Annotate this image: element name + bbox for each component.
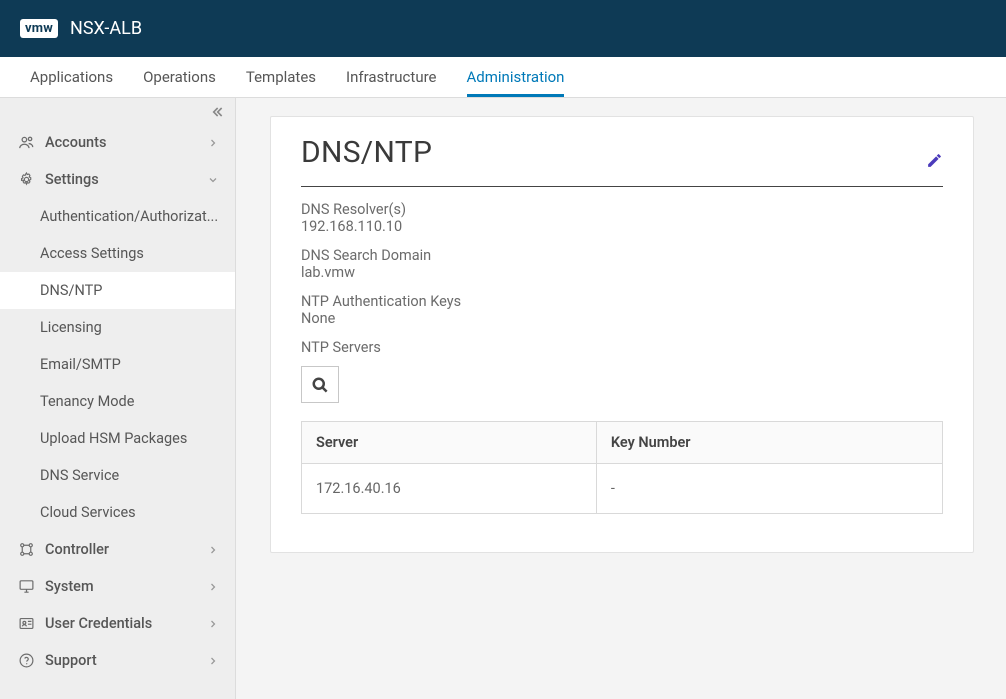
search-button[interactable] [301,366,339,403]
sidebar-group-label: System [45,578,94,595]
help-icon [18,652,35,669]
sidebar-item-tenancy[interactable]: Tenancy Mode [0,383,235,420]
sidebar-item-licensing[interactable]: Licensing [0,309,235,346]
chevron-down-icon [207,174,219,186]
tab-applications[interactable]: Applications [30,57,113,97]
table-cell-server: 172.16.40.16 [302,464,597,514]
sidebar-item-dns-ntp[interactable]: DNS/NTP [0,272,235,309]
chevron-right-icon [207,544,219,556]
title-divider [301,186,943,187]
sidebar-group-label: Settings [45,171,99,188]
sidebar-item-email-smtp[interactable]: Email/SMTP [0,346,235,383]
sidebar-group-accounts[interactable]: Accounts [0,124,235,161]
panel-header: DNS/NTP [301,135,943,186]
dns-resolvers-value: 192.168.110.10 [301,218,943,235]
sidebar-collapse-row [0,98,235,124]
search-icon [310,375,330,395]
top-nav: Applications Operations Templates Infras… [0,57,1006,98]
sidebar-item-cloud[interactable]: Cloud Services [0,494,235,531]
sidebar-group-settings[interactable]: Settings [0,161,235,198]
chevron-right-icon [207,581,219,593]
sidebar-group-controller[interactable]: Controller [0,531,235,568]
id-card-icon [18,615,35,632]
users-icon [18,134,35,151]
main-area: Accounts Settings Authentication/Authori… [0,98,1006,699]
brand-logo: vmw [20,19,58,38]
tab-administration[interactable]: Administration [467,57,565,97]
product-name: NSX-ALB [70,18,142,39]
sidebar-item-hsm[interactable]: Upload HSM Packages [0,420,235,457]
ntp-servers-label: NTP Servers [301,339,943,356]
ntp-servers-table: Server Key Number 172.16.40.16 - [301,421,943,514]
sidebar-group-label: Controller [45,541,109,558]
sidebar-item-access[interactable]: Access Settings [0,235,235,272]
ntp-auth-label: NTP Authentication Keys [301,293,943,310]
table-header-key[interactable]: Key Number [596,422,942,464]
tab-infrastructure[interactable]: Infrastructure [346,57,436,97]
nodes-icon [18,541,35,558]
sidebar-item-dns-service[interactable]: DNS Service [0,457,235,494]
chevron-right-icon [207,137,219,149]
collapse-sidebar-icon[interactable] [209,104,225,120]
settings-panel: DNS/NTP DNS Resolver(s) 192.168.110.10 D… [270,116,974,553]
sidebar-item-auth[interactable]: Authentication/Authorizat... [0,198,235,235]
chevron-right-icon [207,618,219,630]
gear-icon [18,171,35,188]
monitor-icon [18,578,35,595]
edit-icon[interactable] [926,152,943,169]
table-cell-key: - [596,464,942,514]
sidebar-group-support[interactable]: Support [0,642,235,679]
sidebar-group-label: Support [45,652,97,669]
dns-resolvers-label: DNS Resolver(s) [301,201,943,218]
table-header-server[interactable]: Server [302,422,597,464]
ntp-auth-value: None [301,310,943,327]
page-title: DNS/NTP [301,135,432,186]
sidebar-group-credentials[interactable]: User Credentials [0,605,235,642]
tab-operations[interactable]: Operations [143,57,216,97]
table-row[interactable]: 172.16.40.16 - [302,464,943,514]
sidebar-group-system[interactable]: System [0,568,235,605]
dns-search-label: DNS Search Domain [301,247,943,264]
tab-templates[interactable]: Templates [246,57,316,97]
chevron-right-icon [207,655,219,667]
sidebar-group-label: Accounts [45,134,106,151]
sidebar: Accounts Settings Authentication/Authori… [0,98,236,699]
dns-search-value: lab.vmw [301,264,943,281]
app-header: vmw NSX-ALB [0,0,1006,57]
sidebar-group-label: User Credentials [45,615,152,632]
content-wrap: DNS/NTP DNS Resolver(s) 192.168.110.10 D… [236,98,1006,699]
